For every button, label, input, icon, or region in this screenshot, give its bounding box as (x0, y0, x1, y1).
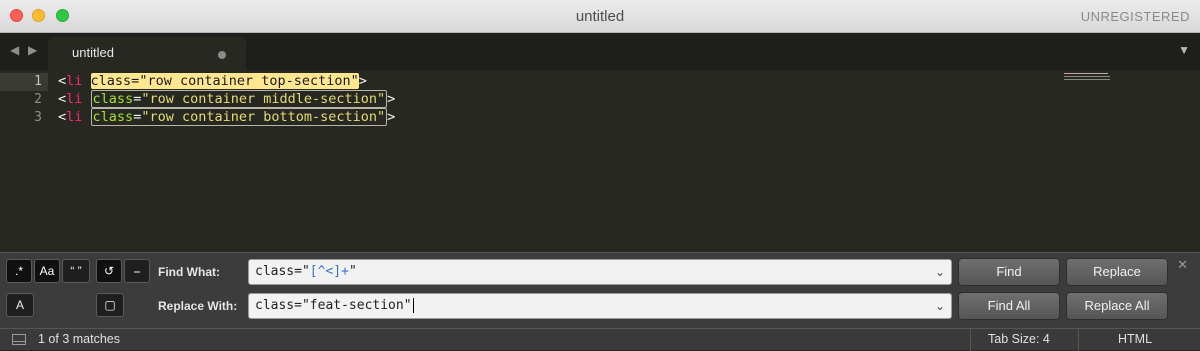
find-history-dropdown-icon[interactable]: ⌄ (935, 260, 945, 284)
replace-history-dropdown-icon[interactable]: ⌄ (935, 294, 945, 318)
minimap[interactable] (1064, 73, 1110, 81)
minimap-line (1064, 73, 1108, 74)
in-selection-toggle[interactable]: ⎯ (124, 259, 150, 283)
find-button[interactable]: Find (958, 258, 1060, 286)
tag-open: < (58, 73, 67, 89)
match-count: 1 of 3 matches (38, 332, 120, 346)
tab-size-indicator[interactable]: Tab Size: 4 (988, 332, 1050, 346)
status-divider (1078, 329, 1079, 351)
tag-name: li (66, 91, 83, 107)
right-arrow-icon[interactable]: ▶ (28, 43, 37, 57)
panel-toggle-icon[interactable] (12, 334, 26, 345)
minimap-line (1064, 76, 1110, 77)
preserve-case-toggle[interactable]: A (6, 293, 34, 317)
find-value-prefix: class=" (255, 264, 310, 279)
code-line[interactable]: <li class="row container middle-section"… (58, 90, 396, 108)
find-what-label: Find What: (158, 265, 220, 279)
replace-with-label: Replace With: (158, 299, 238, 313)
tag-close: > (387, 91, 396, 107)
left-arrow-icon[interactable]: ◀ (10, 43, 19, 57)
match-outline: class="row container middle-section" (90, 90, 388, 108)
replace-button[interactable]: Replace (1066, 258, 1168, 286)
tab-dropdown-icon[interactable]: ▼ (1178, 43, 1190, 57)
window-title: untitled (575, 8, 625, 25)
unregistered-label: UNREGISTERED (1080, 9, 1190, 24)
find-value-suffix: " (348, 264, 357, 279)
tag-name: li (66, 109, 83, 125)
replace-value: class="feat-section" (255, 298, 412, 313)
tag-close: > (387, 109, 396, 125)
match-outline: class="row container bottom-section" (90, 108, 388, 126)
tag-open: < (58, 91, 67, 107)
line-number: 1 (34, 74, 42, 89)
text-cursor (412, 298, 414, 313)
case-sensitive-toggle[interactable]: Aa (34, 259, 60, 283)
tab-label: untitled (72, 45, 114, 60)
highlight-matches-toggle[interactable]: ▢ (96, 293, 124, 317)
tag-name: li (66, 73, 83, 89)
attribute-value: "row container bottom-section" (141, 109, 386, 125)
find-what-input[interactable]: class="[^<]+" ⌄ (248, 259, 952, 285)
replace-with-input[interactable]: class="feat-section" ⌄ (248, 293, 952, 319)
tag-open: < (58, 109, 67, 125)
regex-toggle[interactable]: .* (6, 259, 32, 283)
replace-all-button[interactable]: Replace All (1066, 292, 1168, 320)
close-icon[interactable]: ✕ (1177, 257, 1188, 273)
attribute-value: "row container middle-section" (141, 91, 386, 107)
editor-area[interactable]: 1 2 3 <li class="row container top-secti… (0, 70, 1200, 252)
attribute-name: class (92, 109, 134, 125)
find-value-regex: [^<]+ (309, 264, 349, 279)
status-divider (970, 329, 971, 351)
whole-word-toggle[interactable]: “ ” (62, 259, 90, 283)
syntax-indicator[interactable]: HTML (1118, 332, 1152, 346)
find-all-button[interactable]: Find All (958, 292, 1060, 320)
current-match: class="row container top-section" (90, 73, 359, 89)
code-line[interactable]: <li class="row container bottom-section"… (58, 108, 396, 126)
tab-bar: ◀ ▶ untitled ▼ (0, 33, 1200, 70)
status-bar: 1 of 3 matches Tab Size: 4 HTML (0, 328, 1200, 351)
line-number: 2 (34, 92, 42, 107)
line-number: 3 (34, 110, 42, 125)
unsaved-dot-icon[interactable] (218, 51, 226, 59)
attribute-name: class (92, 91, 134, 107)
code-line[interactable]: <li class="row container top-section"> (58, 73, 367, 89)
wrap-toggle[interactable]: ↺ (96, 259, 122, 283)
find-replace-panel: .* Aa “ ” ↺ ⎯ A ▢ Find What: class="[^<]… (0, 252, 1200, 328)
title-bar: untitled UNREGISTERED (0, 0, 1200, 33)
tag-close: > (358, 73, 367, 89)
minimap-line (1064, 79, 1110, 80)
tab-untitled[interactable]: untitled (48, 37, 246, 70)
